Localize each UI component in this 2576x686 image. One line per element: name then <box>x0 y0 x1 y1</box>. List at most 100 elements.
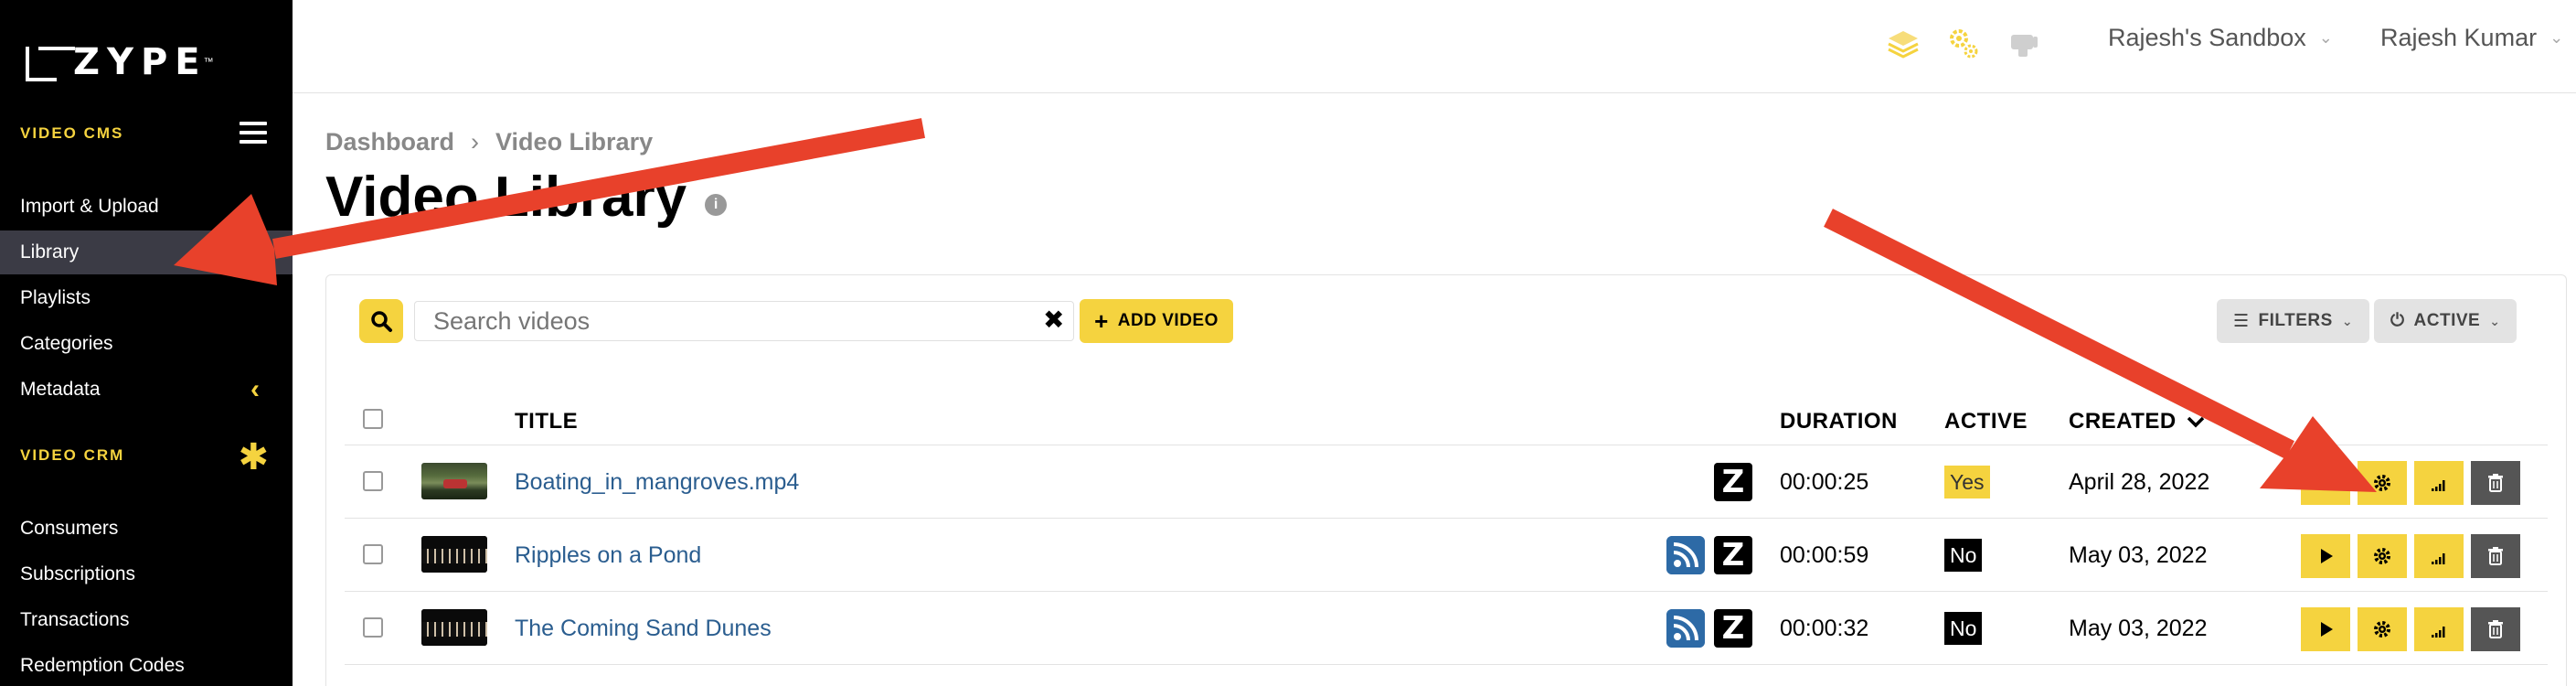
zype-app-icon: Z <box>1714 463 1752 501</box>
table-row[interactable]: Boating_in_mangroves.mp4 Z 00:00:25 Yes … <box>345 445 2548 519</box>
signal-bars-icon <box>2432 480 2445 491</box>
column-header-title[interactable]: TITLE <box>515 409 578 434</box>
plus-icon: + <box>1094 306 1109 335</box>
created-cell: May 03, 2022 <box>2069 542 2208 568</box>
filters-label: FILTERS <box>2258 311 2333 330</box>
sidebar-item-transactions[interactable]: Transactions <box>0 598 293 642</box>
layers-icon[interactable] <box>1885 26 1921 62</box>
analytics-button[interactable] <box>2414 534 2464 578</box>
asterisk-icon[interactable]: ✱ <box>238 439 269 476</box>
video-thumbnail[interactable] <box>421 536 487 573</box>
breadcrumb: Dashboard › Video Library <box>325 128 653 156</box>
duration-cell: 00:00:25 <box>1780 469 1869 495</box>
add-video-label: ADD VIDEO <box>1117 311 1219 330</box>
sandbox-dropdown[interactable]: Rajesh's Sandbox ⌄ <box>2108 24 2333 52</box>
delete-button[interactable] <box>2471 534 2520 578</box>
search-icon <box>371 311 392 332</box>
sidebar-item-redemption-codes[interactable]: Redemption Codes <box>0 644 293 686</box>
analytics-button[interactable] <box>2414 461 2464 505</box>
play-button[interactable] <box>2301 461 2350 505</box>
delete-button[interactable] <box>2471 607 2520 651</box>
play-button[interactable] <box>2301 607 2350 651</box>
sidebar-item-playlists[interactable]: Playlists <box>0 276 293 320</box>
page-title: Video Library <box>325 166 687 229</box>
created-cell: April 28, 2022 <box>2069 469 2210 495</box>
filters-button[interactable]: ☰ FILTERS ⌄ <box>2217 299 2370 343</box>
sidebar-item-subscriptions[interactable]: Subscriptions <box>0 552 293 596</box>
sidebar-item-categories[interactable]: Categories <box>0 322 293 366</box>
sort-desc-icon <box>2187 416 2205 428</box>
logo-mark-icon <box>26 47 77 81</box>
video-title-link[interactable]: Boating_in_mangroves.mp4 <box>515 469 799 496</box>
column-header-active[interactable]: ACTIVE <box>1944 409 2028 434</box>
settings-button[interactable] <box>2358 607 2407 651</box>
active-filter-button[interactable]: ⏻ ACTIVE ⌄ <box>2374 299 2517 343</box>
section-title-video-cms: VIDEO CMS <box>20 124 124 142</box>
video-thumbnail[interactable] <box>421 609 487 646</box>
delete-button[interactable] <box>2471 461 2520 505</box>
clear-search-icon[interactable]: ✖ <box>1043 305 1064 335</box>
play-icon <box>2321 476 2333 490</box>
settings-button[interactable] <box>2358 461 2407 505</box>
select-all-checkbox[interactable] <box>363 409 383 429</box>
row-checkbox[interactable] <box>363 544 383 564</box>
power-icon: ⏻ <box>2390 311 2405 330</box>
analytics-button[interactable] <box>2414 607 2464 651</box>
play-icon <box>2321 622 2333 637</box>
sidebar-item-metadata[interactable]: Metadata ‹ <box>0 368 293 412</box>
zype-logo[interactable]: ZYPE ™ <box>26 41 214 83</box>
row-checkbox[interactable] <box>363 617 383 638</box>
chevron-left-icon[interactable]: ‹ <box>250 374 260 405</box>
sidebar-item-label: Redemption Codes <box>20 655 185 676</box>
settings-button[interactable] <box>2358 534 2407 578</box>
video-table-panel: ✖ + ADD VIDEO ☰ FILTERS ⌄ ⏻ ACTIVE ⌄ TIT… <box>325 274 2567 686</box>
column-header-duration[interactable]: DURATION <box>1780 409 1898 434</box>
sidebar-item-import-upload[interactable]: Import & Upload <box>0 185 293 229</box>
user-label: Rajesh Kumar <box>2380 24 2538 51</box>
sandbox-label: Rajesh's Sandbox <box>2108 24 2306 51</box>
sidebar-item-label: Subscriptions <box>20 563 136 584</box>
trash-icon <box>2488 547 2503 565</box>
gear-icon <box>2374 475 2390 491</box>
video-title-link[interactable]: The Coming Sand Dunes <box>515 616 772 642</box>
sidebar-item-label: Metadata <box>20 379 101 400</box>
breadcrumb-dashboard[interactable]: Dashboard <box>325 128 454 156</box>
hamburger-menu-icon[interactable] <box>240 122 267 144</box>
top-bar: Rajesh's Sandbox ⌄ Rajesh Kumar ⌄ <box>293 0 2576 93</box>
created-cell: May 03, 2022 <box>2069 616 2208 641</box>
table-row[interactable]: Ripples on a Pond Z 00:00:59 No May 03, … <box>345 519 2548 592</box>
table-row[interactable]: The Coming Sand Dunes Z 00:00:32 No May … <box>345 592 2548 665</box>
sidebar-item-label: Import & Upload <box>20 196 159 217</box>
trash-icon <box>2488 620 2503 638</box>
logo-text: ZYPE <box>73 41 208 83</box>
status-badge: No <box>1944 612 1983 645</box>
hand-icon[interactable] <box>2006 26 2042 62</box>
signal-bars-icon <box>2432 627 2445 638</box>
gear-icon <box>2374 548 2390 564</box>
column-header-created[interactable]: CREATED <box>2069 409 2205 434</box>
search-button[interactable] <box>359 299 403 343</box>
info-icon[interactable]: i <box>705 193 728 216</box>
sidebar: ZYPE ™ VIDEO CMS Import & Upload Library… <box>0 0 293 686</box>
duration-cell: 00:00:59 <box>1780 542 1869 568</box>
add-video-button[interactable]: + ADD VIDEO <box>1080 299 1233 343</box>
user-dropdown[interactable]: Rajesh Kumar ⌄ <box>2380 24 2563 52</box>
sidebar-item-label: Consumers <box>20 518 119 539</box>
column-header-created-label: CREATED <box>2069 409 2177 434</box>
chevron-down-icon: ⌄ <box>2489 313 2501 328</box>
trash-icon <box>2488 474 2503 492</box>
sidebar-item-library[interactable]: Library <box>0 230 293 274</box>
gears-icon[interactable] <box>1945 26 1982 62</box>
sidebar-item-consumers[interactable]: Consumers <box>0 507 293 551</box>
play-icon <box>2321 549 2333 563</box>
play-button[interactable] <box>2301 534 2350 578</box>
search-input[interactable] <box>414 301 1074 341</box>
video-title-link[interactable]: Ripples on a Pond <box>515 542 701 569</box>
row-checkbox[interactable] <box>363 471 383 491</box>
sidebar-item-label: Library <box>20 241 80 263</box>
logo-tm: ™ <box>203 57 214 68</box>
video-thumbnail[interactable] <box>421 463 487 499</box>
status-badge: No <box>1944 539 1983 572</box>
signal-bars-icon <box>2432 553 2445 564</box>
sidebar-item-label: Transactions <box>20 609 130 630</box>
